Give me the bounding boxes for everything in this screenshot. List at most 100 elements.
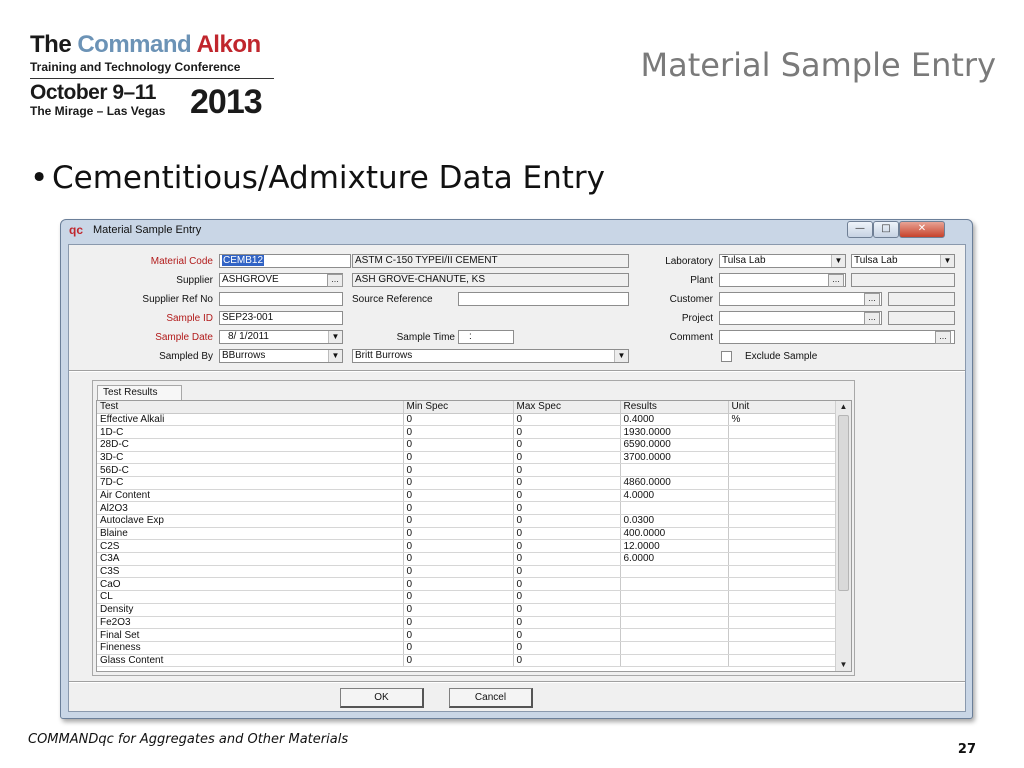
bullet-dot: • bbox=[30, 160, 49, 196]
test-results-body: Effective Alkali 0 0 0.4000% 1D-C 0 0 1930.0000… bbox=[97, 413, 837, 668]
cell-min-spec: 0 bbox=[403, 628, 514, 642]
laboratory-2-dropdown-arrow[interactable]: ▼ bbox=[940, 255, 954, 267]
supplier-ref-field[interactable] bbox=[219, 292, 343, 306]
cell-max-spec: 0 bbox=[513, 476, 621, 490]
table-row[interactable]: Final Set 0 0 bbox=[97, 628, 837, 642]
supplier-field[interactable]: ASHGROVE bbox=[219, 273, 343, 287]
sampled-by-dropdown-arrow[interactable]: ▼ bbox=[328, 350, 342, 362]
cell-result[interactable]: 400.0000 bbox=[620, 527, 729, 541]
material-description-field: ASTM C-150 TYPEI/II CEMENT bbox=[352, 254, 629, 268]
supplier-lookup-button[interactable]: ... bbox=[327, 274, 343, 287]
cell-result[interactable] bbox=[620, 628, 729, 642]
maximize-button[interactable]: □ bbox=[873, 221, 899, 238]
customer-field[interactable] bbox=[719, 292, 882, 306]
cell-min-spec: 0 bbox=[403, 501, 514, 515]
plant-lookup-button[interactable]: ... bbox=[828, 274, 844, 287]
grid-scrollbar[interactable]: ▲ ▼ bbox=[835, 401, 851, 671]
table-row[interactable]: Air Content 0 0 4.0000 bbox=[97, 489, 837, 503]
customer-description-field bbox=[888, 292, 955, 306]
table-row[interactable]: C3S 0 0 bbox=[97, 565, 837, 579]
table-row[interactable]: C3A 0 0 6.0000 bbox=[97, 552, 837, 566]
cell-result[interactable]: 0.0300 bbox=[620, 514, 729, 528]
sample-id-field[interactable]: SEP23-001 bbox=[219, 311, 343, 325]
sampled-by-name-select[interactable]: Britt Burrows ▼ bbox=[352, 349, 629, 363]
laboratory-select[interactable]: Tulsa Lab ▼ bbox=[719, 254, 846, 268]
scroll-up-arrow[interactable]: ▲ bbox=[836, 401, 851, 413]
table-row[interactable]: 1D-C 0 0 1930.0000 bbox=[97, 425, 837, 439]
cell-result[interactable]: 6590.0000 bbox=[620, 438, 729, 452]
laboratory-value-2: Tulsa Lab bbox=[854, 255, 898, 266]
table-row[interactable]: Blaine 0 0 400.0000 bbox=[97, 527, 837, 541]
window-titlebar[interactable]: qc Material Sample Entry — □ ✕ bbox=[61, 220, 972, 242]
sample-time-field[interactable]: : bbox=[458, 330, 514, 344]
cell-max-spec: 0 bbox=[513, 552, 621, 566]
table-row[interactable]: C2S 0 0 12.0000 bbox=[97, 539, 837, 554]
cell-result[interactable] bbox=[620, 501, 729, 515]
ok-button[interactable]: OK bbox=[340, 688, 424, 708]
column-header-max-spec[interactable]: Max Spec bbox=[513, 401, 621, 414]
customer-lookup-button[interactable]: ... bbox=[864, 293, 880, 306]
project-field[interactable] bbox=[719, 311, 882, 325]
sample-date-field[interactable]: 8/ 1/2011 ▼ bbox=[219, 330, 343, 344]
cell-result[interactable] bbox=[620, 603, 729, 617]
laboratory-dropdown-arrow[interactable]: ▼ bbox=[831, 255, 845, 267]
form-separator bbox=[69, 370, 965, 372]
scroll-down-arrow[interactable]: ▼ bbox=[836, 659, 851, 671]
cell-result[interactable]: 3700.0000 bbox=[620, 451, 729, 465]
table-row[interactable]: Autoclave Exp 0 0 0.0300 bbox=[97, 514, 837, 528]
supplier-description-field: ASH GROVE-CHANUTE, KS bbox=[352, 273, 629, 287]
exclude-sample-checkbox[interactable] bbox=[721, 351, 732, 362]
sample-date-dropdown-arrow[interactable]: ▼ bbox=[328, 331, 342, 343]
cell-result[interactable] bbox=[620, 590, 729, 604]
table-row[interactable]: Density 0 0 bbox=[97, 603, 837, 617]
cell-result[interactable]: 6.0000 bbox=[620, 552, 729, 566]
minimize-button[interactable]: — bbox=[847, 221, 873, 238]
cell-result[interactable]: 4860.0000 bbox=[620, 476, 729, 490]
cell-min-spec: 0 bbox=[403, 413, 514, 427]
cancel-button[interactable]: Cancel bbox=[449, 688, 533, 708]
table-row[interactable]: 28D-C 0 0 6590.0000 bbox=[97, 438, 837, 452]
table-row[interactable]: Effective Alkali 0 0 0.4000% bbox=[97, 413, 837, 427]
cell-min-spec: 0 bbox=[403, 552, 514, 566]
comment-field[interactable] bbox=[719, 330, 955, 344]
cell-test: 7D-C bbox=[97, 476, 404, 490]
cell-result[interactable]: 1930.0000 bbox=[620, 425, 729, 439]
table-row[interactable]: 7D-C 0 0 4860.0000 bbox=[97, 476, 837, 490]
cell-result[interactable] bbox=[620, 616, 729, 630]
table-row[interactable]: 56D-C 0 0 bbox=[97, 463, 837, 477]
table-row[interactable]: 3D-C 0 0 3700.0000 bbox=[97, 451, 837, 465]
cell-test: Density bbox=[97, 603, 404, 617]
column-header-test[interactable]: Test bbox=[97, 401, 404, 414]
column-header-results[interactable]: Results bbox=[620, 401, 729, 414]
column-header-unit[interactable]: Unit bbox=[728, 401, 837, 414]
column-header-min-spec[interactable]: Min Spec bbox=[403, 401, 514, 414]
source-reference-field[interactable] bbox=[458, 292, 629, 306]
table-row[interactable]: CaO 0 0 bbox=[97, 577, 837, 592]
plant-field[interactable] bbox=[719, 273, 846, 287]
table-row[interactable]: Glass Content 0 0 bbox=[97, 654, 837, 668]
cell-max-spec: 0 bbox=[513, 539, 621, 554]
cell-result[interactable] bbox=[620, 463, 729, 477]
cell-result[interactable] bbox=[620, 654, 729, 668]
table-row[interactable]: Fe2O3 0 0 bbox=[97, 616, 837, 630]
comment-lookup-button[interactable]: ... bbox=[935, 331, 951, 344]
material-code-field[interactable]: CEMB12 bbox=[219, 254, 351, 268]
project-lookup-button[interactable]: ... bbox=[864, 312, 880, 325]
cell-result[interactable]: 0.4000 bbox=[620, 413, 729, 427]
cell-result[interactable] bbox=[620, 565, 729, 579]
sampled-by-name-dropdown-arrow[interactable]: ▼ bbox=[614, 350, 628, 362]
close-button[interactable]: ✕ bbox=[899, 221, 945, 238]
cell-test: 1D-C bbox=[97, 425, 404, 439]
logo-dates: October 9–11 bbox=[30, 81, 156, 104]
sampled-by-select[interactable]: BBurrows ▼ bbox=[219, 349, 343, 363]
tab-test-results[interactable]: Test Results bbox=[97, 385, 182, 400]
table-row[interactable]: Al2O3 0 0 bbox=[97, 501, 837, 515]
laboratory-select-2[interactable]: Tulsa Lab ▼ bbox=[851, 254, 955, 268]
cell-result[interactable] bbox=[620, 577, 729, 592]
table-row[interactable]: Fineness 0 0 bbox=[97, 641, 837, 655]
cell-result[interactable]: 4.0000 bbox=[620, 489, 729, 503]
scroll-thumb[interactable] bbox=[838, 415, 849, 591]
cell-result[interactable]: 12.0000 bbox=[620, 539, 729, 554]
cell-result[interactable] bbox=[620, 641, 729, 655]
table-row[interactable]: CL 0 0 bbox=[97, 590, 837, 604]
